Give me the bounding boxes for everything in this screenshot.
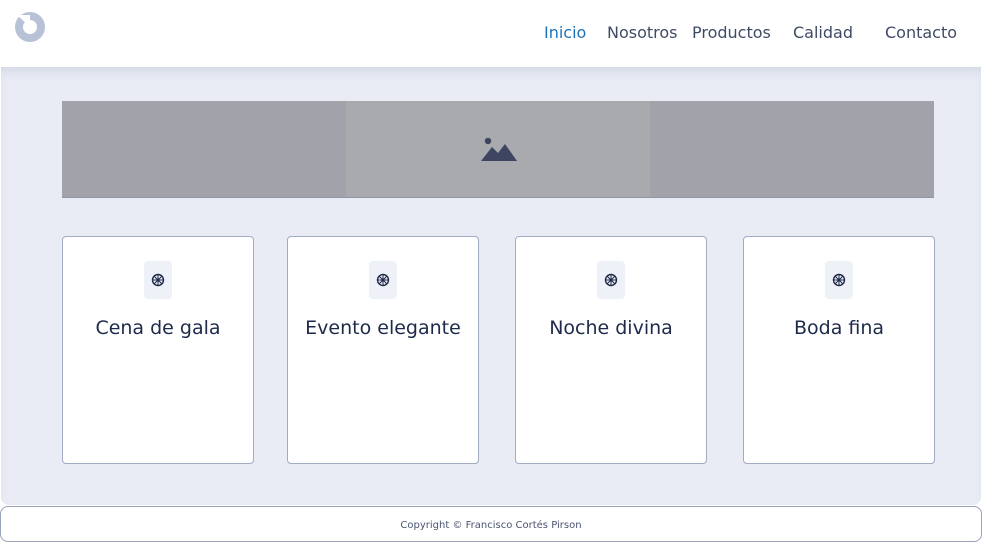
card-evento-elegante[interactable]: Evento elegante bbox=[287, 236, 479, 464]
site-footer: Copyright © Francisco Cortés Pirson bbox=[0, 506, 982, 542]
dharma-wheel-icon bbox=[144, 261, 172, 299]
image-placeholder-icon bbox=[481, 137, 517, 161]
nav-link-inicio[interactable]: Inicio bbox=[544, 22, 586, 44]
main-content: Cena de gala Evento elegante Noche divin… bbox=[1, 67, 981, 505]
site-header: Inicio Nosotros Productos Calidad Contac… bbox=[0, 0, 984, 67]
card-title: Noche divina bbox=[549, 317, 673, 339]
nav-link-calidad[interactable]: Calidad bbox=[793, 22, 853, 44]
dharma-wheel-icon bbox=[825, 261, 853, 299]
card-title: Boda fina bbox=[793, 317, 885, 339]
card-title: Evento elegante bbox=[305, 317, 461, 339]
dharma-wheel-icon bbox=[597, 261, 625, 299]
nav-link-contacto[interactable]: Contacto bbox=[885, 22, 957, 44]
copyright-text: Copyright © Francisco Cortés Pirson bbox=[400, 520, 582, 531]
nav-link-nosotros[interactable]: Nosotros bbox=[607, 22, 678, 44]
dharma-wheel-icon bbox=[369, 261, 397, 299]
main-nav: Inicio Nosotros Productos Calidad Contac… bbox=[0, 22, 984, 46]
card-boda-fina[interactable]: Boda fina bbox=[743, 236, 935, 464]
banner-image-area bbox=[346, 101, 650, 197]
hero-banner bbox=[62, 101, 934, 198]
card-noche-divina[interactable]: Noche divina bbox=[515, 236, 707, 464]
nav-link-productos[interactable]: Productos bbox=[692, 22, 771, 44]
card-title: Cena de gala bbox=[95, 317, 221, 339]
card-cena-de-gala[interactable]: Cena de gala bbox=[62, 236, 254, 464]
